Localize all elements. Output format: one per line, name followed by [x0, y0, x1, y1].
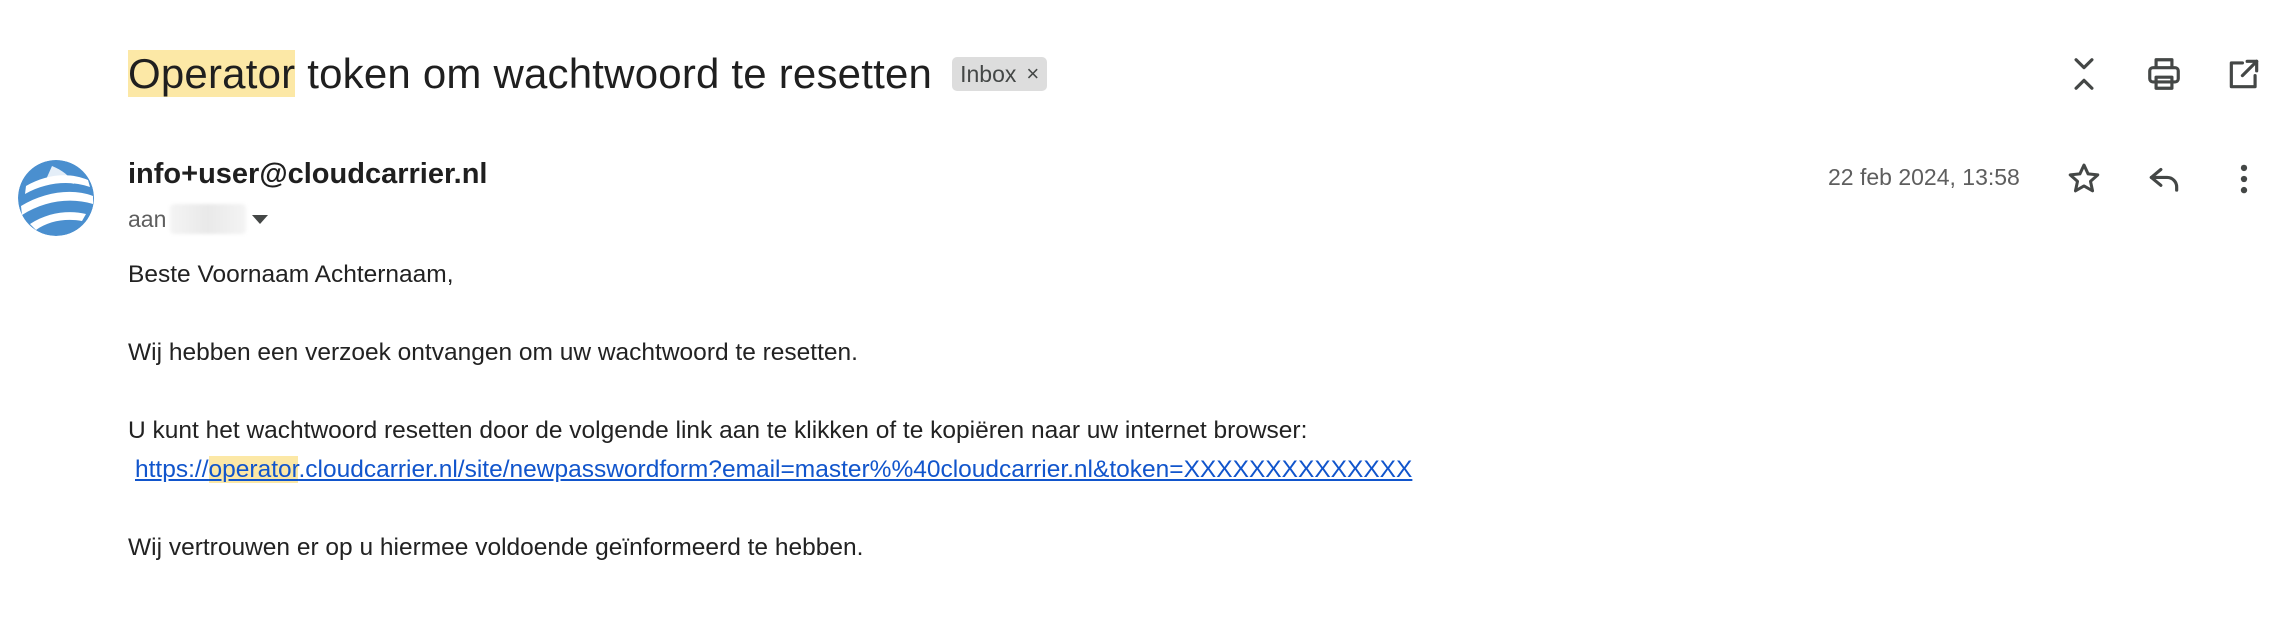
inbox-label-chip[interactable]: Inbox ×	[952, 57, 1048, 91]
subject-highlight: Operator	[128, 50, 296, 97]
email-subject: Operator token om wachtwoord te resetten	[128, 50, 932, 98]
star-icon[interactable]	[2044, 156, 2124, 202]
link-highlight: operator	[208, 456, 299, 483]
subject-row: Operator token om wachtwoord te resetten…	[128, 44, 1048, 104]
remove-label-icon[interactable]: ×	[1026, 61, 1039, 87]
subject-text: token om wachtwoord te resetten	[295, 50, 933, 97]
recipient-redacted	[170, 204, 247, 234]
chevron-down-icon[interactable]	[252, 214, 269, 224]
to-prefix: aan	[128, 205, 167, 232]
sender-address: info+user@cloudcarrier.nl	[128, 158, 488, 190]
reset-password-link[interactable]: https://operator.cloudcarrier.nl/site/ne…	[135, 456, 1412, 483]
message-body: Beste Voornaam Achternaam, Wij hebben ee…	[128, 255, 1412, 567]
print-icon[interactable]	[2124, 50, 2204, 98]
body-line-request: Wij hebben een verzoek ontvangen om uw w…	[128, 339, 858, 366]
greeting: Beste Voornaam Achternaam,	[128, 261, 454, 288]
reply-icon[interactable]	[2124, 156, 2204, 202]
link-suffix: .cloudcarrier.nl/site/newpasswordform?em…	[298, 456, 1413, 483]
recipient-row: aan	[128, 204, 269, 234]
body-line-instructions: U kunt het wachtwoord resetten door de v…	[128, 417, 1308, 444]
thread-toolbar	[2044, 50, 2284, 98]
collapse-icon[interactable]	[2044, 50, 2124, 98]
sender-avatar	[18, 160, 94, 236]
open-in-new-window-icon[interactable]	[2204, 50, 2284, 98]
message-actions	[2044, 156, 2284, 202]
link-prefix: https://	[135, 456, 209, 483]
more-vert-icon[interactable]	[2204, 156, 2284, 202]
label-text: Inbox	[960, 60, 1017, 87]
message-date: 22 feb 2024, 13:58	[1828, 164, 2020, 190]
closing: Wij vertrouwen er op u hiermee voldoende…	[128, 534, 864, 561]
